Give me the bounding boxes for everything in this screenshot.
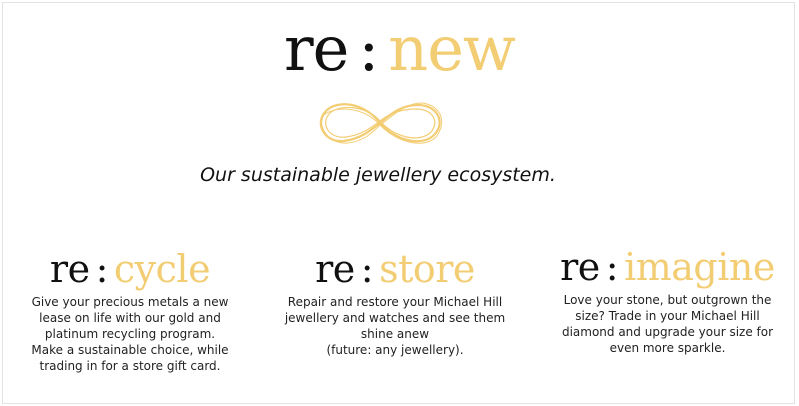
reimagine-title: re: imagine xyxy=(555,244,780,290)
infinity-icon xyxy=(319,102,443,144)
hero-title-colon: : xyxy=(358,12,379,85)
recycle-title: re: cycle xyxy=(20,246,240,292)
recycle-title-prefix: re xyxy=(49,247,90,291)
hero-title-word: new xyxy=(388,12,516,85)
recycle-description-line: platinum recycling program. xyxy=(44,327,216,341)
recycle-description-line: trading in for a store gift card. xyxy=(39,359,221,373)
restore-title: re: store xyxy=(280,246,510,292)
restore-description-line: (future: any jewellery). xyxy=(326,343,464,357)
reimagine-title-colon: : xyxy=(605,245,619,289)
restore-section: re: store Repair and restore your Michael… xyxy=(280,246,510,358)
hero-title: re: new xyxy=(0,12,799,86)
recycle-section: re: cycle Give your precious metals a new… xyxy=(20,246,240,374)
recycle-description-line: Give your precious metals a new xyxy=(31,295,229,309)
restore-description-line: shine anew xyxy=(360,327,430,341)
recycle-title-colon: : xyxy=(95,247,109,291)
reimagine-description-line: Love your stone, but outgrown the xyxy=(563,293,772,307)
hero-title-prefix: re xyxy=(284,12,349,85)
reimagine-description-line: even more sparkle. xyxy=(609,341,726,355)
reimagine-description-line: diamond and upgrade your size for xyxy=(561,325,774,339)
restore-title-colon: : xyxy=(360,247,374,291)
recycle-description: Give your precious metals a new lease on… xyxy=(20,294,240,374)
recycle-description-line: lease on life with our gold and xyxy=(39,311,221,325)
tagline: Our sustainable jewellery ecosystem. xyxy=(200,164,556,186)
recycle-description-line: Make a sustainable choice, while xyxy=(31,343,229,357)
reimagine-title-word: imagine xyxy=(624,245,775,289)
restore-title-prefix: re xyxy=(315,247,355,291)
reimagine-title-prefix: re xyxy=(560,245,600,289)
restore-description: Repair and restore your Michael Hill jew… xyxy=(280,294,510,358)
recycle-title-word: cycle xyxy=(113,247,211,291)
restore-description-line: jewellery and watches and see them xyxy=(284,311,506,325)
reimagine-description: Love your stone, but outgrown the size? … xyxy=(555,292,780,356)
reimagine-section: re: imagine Love your stone, but outgrown… xyxy=(555,244,780,356)
restore-title-word: store xyxy=(379,247,475,291)
reimagine-description-line: size? Trade in your Michael Hill xyxy=(575,309,760,323)
restore-description-line: Repair and restore your Michael Hill xyxy=(287,295,503,309)
